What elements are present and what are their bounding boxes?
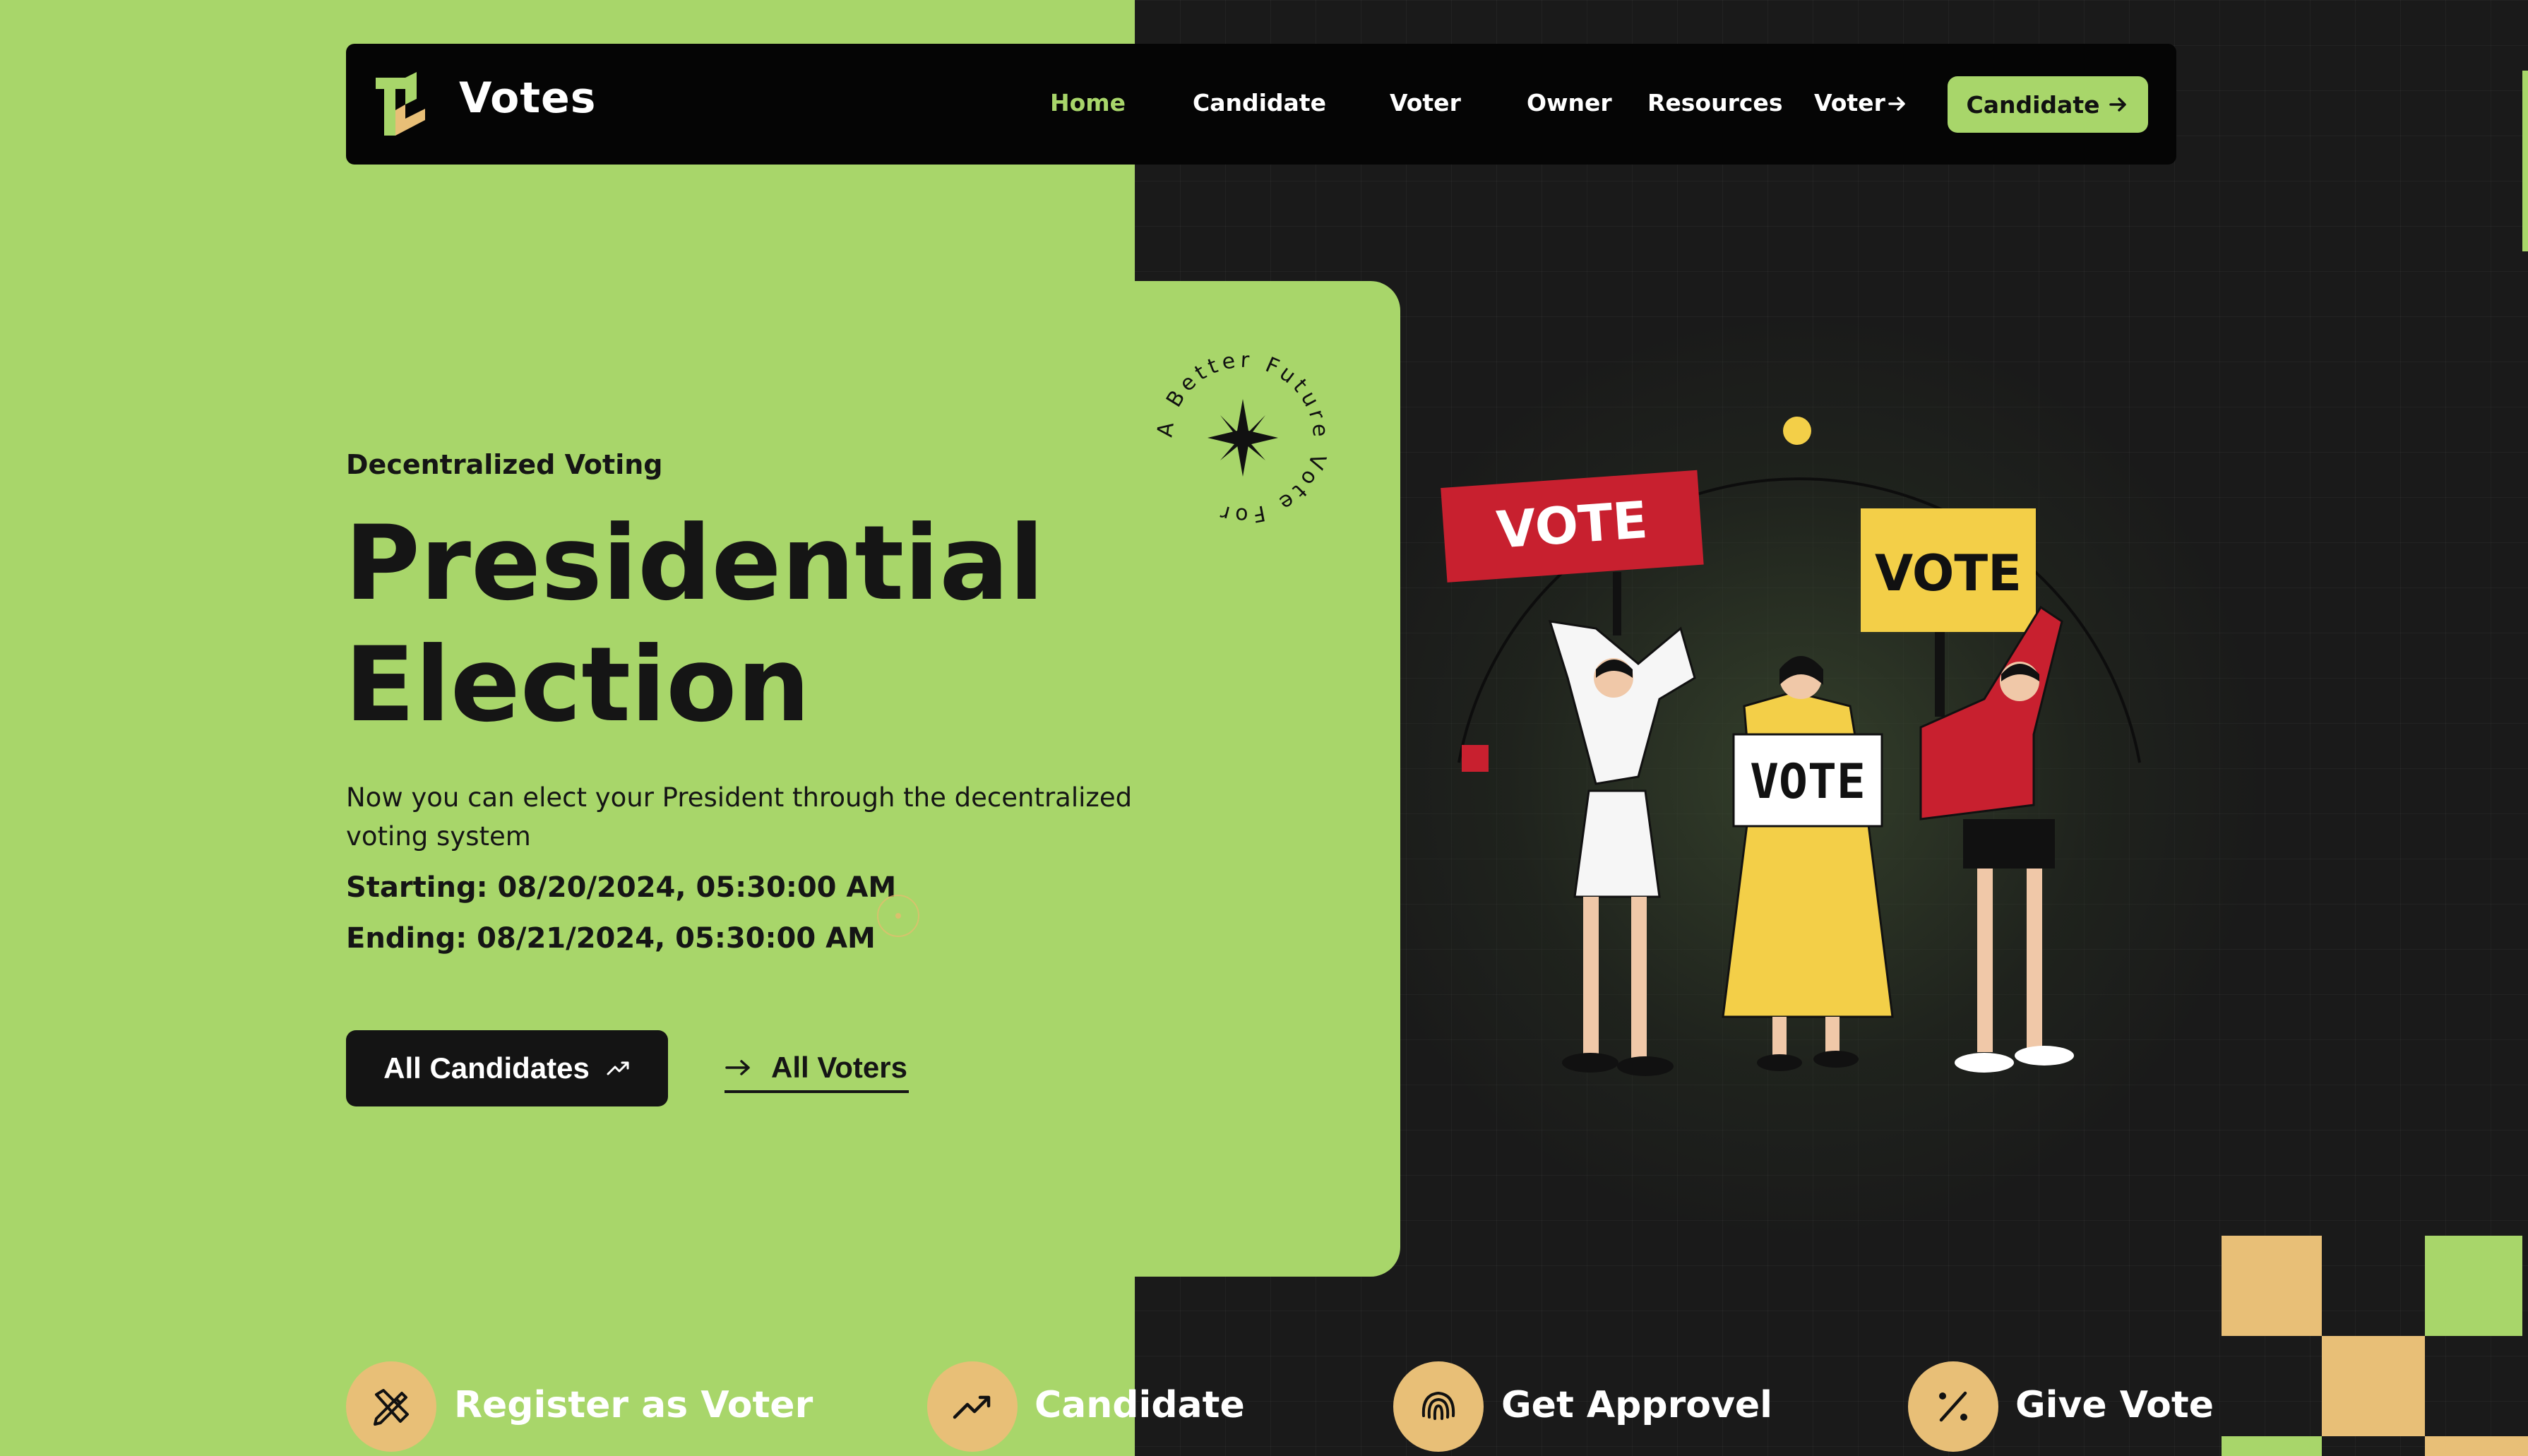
nav-candidate[interactable]: Candidate xyxy=(1193,89,1326,117)
nav-resources[interactable]: Resources xyxy=(1647,89,1782,117)
fingerprint-icon xyxy=(1421,1391,1455,1420)
hero-description: Now you can elect your President through… xyxy=(346,782,1133,852)
vote-sign-white-text: VOTE xyxy=(1750,754,1866,810)
sparkle-icon xyxy=(1208,399,1278,477)
nav-voter-dropdown[interactable]: Voter xyxy=(1814,89,1885,117)
feature-register-label[interactable]: Register as Voter xyxy=(454,1384,813,1426)
all-candidates-label: All Candidates xyxy=(383,1051,590,1085)
arrow-right-icon xyxy=(2109,97,2127,112)
feature-vote-label[interactable]: Give Vote xyxy=(2015,1384,2214,1426)
voters-illustration: VOTE VOTE VOTE xyxy=(1441,417,2141,1076)
nav-candidate-button[interactable]: Candidate xyxy=(1948,76,2148,133)
arrow-right-icon xyxy=(725,1060,750,1075)
pencil-ruler-icon xyxy=(374,1389,409,1426)
all-voters-label: All Voters xyxy=(771,1051,907,1084)
hero-title-line2: Election xyxy=(345,625,811,745)
arrow-right-icon xyxy=(1888,97,1905,111)
nav-voter[interactable]: Voter xyxy=(1390,89,1461,117)
feature-candidate-label[interactable]: Candidate xyxy=(1035,1384,1245,1426)
all-voters-link[interactable]: All Voters xyxy=(725,1045,909,1093)
feature-candidate-icon-circle[interactable] xyxy=(927,1361,1018,1452)
hero-title: Presidential Election xyxy=(345,503,1044,746)
all-candidates-button[interactable]: All Candidates xyxy=(346,1030,668,1106)
percent-icon xyxy=(1939,1391,1967,1422)
feature-approval-label[interactable]: Get Approvel xyxy=(1501,1384,1772,1426)
logo-icon[interactable] xyxy=(373,71,428,137)
hero-eyebrow: Decentralized Voting xyxy=(346,449,663,480)
nav-owner[interactable]: Owner xyxy=(1527,89,1612,117)
start-date: Starting: 08/20/2024, 05:30:00 AM xyxy=(346,871,897,904)
right-edge-accent xyxy=(2522,71,2528,251)
checker-decoration xyxy=(2222,1236,2528,1456)
end-date: Ending: 08/21/2024, 05:30:00 AM xyxy=(346,922,876,955)
hero-title-line1: Presidential xyxy=(345,503,1044,623)
feature-approval-icon-circle[interactable] xyxy=(1393,1361,1484,1452)
nav-home[interactable]: Home xyxy=(1050,89,1126,117)
vote-sign-yellow-text: VOTE xyxy=(1875,544,2022,602)
trending-up-icon xyxy=(607,1061,629,1075)
vote-sign-red-text: VOTE xyxy=(1495,490,1650,560)
feature-register-icon-circle[interactable] xyxy=(346,1361,436,1452)
feature-vote-icon-circle[interactable] xyxy=(1908,1361,1998,1452)
trending-up-icon xyxy=(953,1395,991,1419)
play-dot-ring xyxy=(877,895,919,937)
rotating-text-badge: A Better Future Vote For xyxy=(1152,348,1328,528)
nav-candidate-button-label: Candidate xyxy=(1966,90,2100,119)
brand-name[interactable]: Votes xyxy=(459,73,596,123)
